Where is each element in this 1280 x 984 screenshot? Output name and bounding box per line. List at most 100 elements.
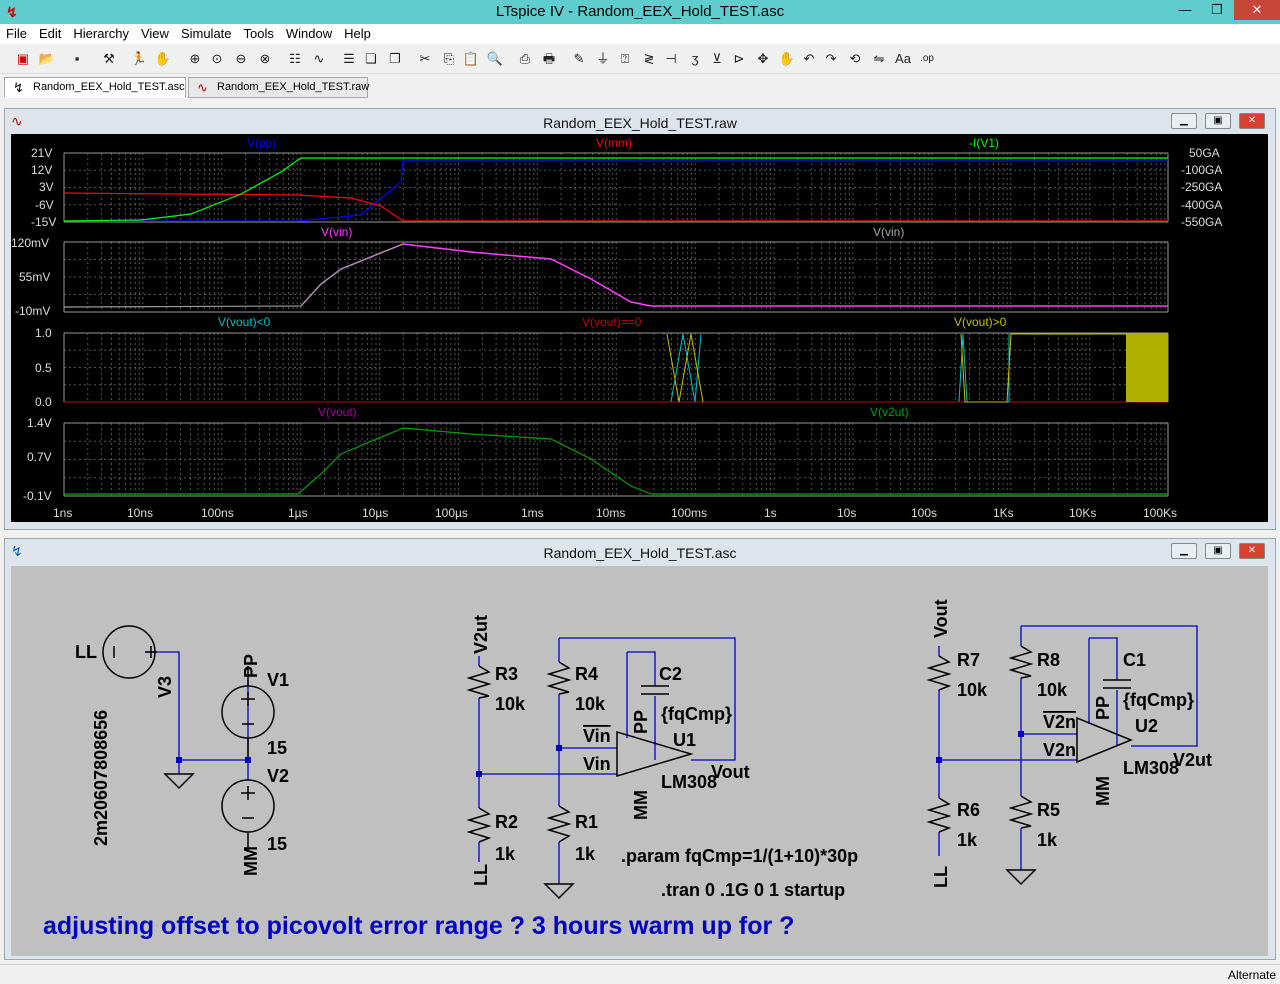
redo-icon[interactable]: ↷ bbox=[822, 50, 840, 68]
close-icon[interactable]: ✕ bbox=[1234, 0, 1280, 20]
text-icon[interactable]: Aa bbox=[894, 50, 912, 68]
run-icon[interactable]: 🏃 bbox=[130, 50, 148, 68]
menu-window[interactable]: Window bbox=[280, 24, 338, 41]
new-schematic-icon[interactable]: ▣ bbox=[14, 50, 32, 68]
schematic-maximize-button[interactable]: ▣ bbox=[1205, 543, 1231, 559]
component-icon[interactable]: ⊳ bbox=[730, 50, 748, 68]
drag-icon[interactable]: ✋ bbox=[778, 50, 796, 68]
label-v2-value: 15 bbox=[267, 834, 287, 854]
halt-icon[interactable]: ✋ bbox=[154, 50, 172, 68]
close-all-icon[interactable]: ❐ bbox=[386, 50, 404, 68]
label-vout1: Vout bbox=[711, 762, 750, 782]
capacitor-icon[interactable]: ⊣ bbox=[662, 50, 680, 68]
xtick-14: 100Ks bbox=[1143, 506, 1177, 520]
label-r1: R1 bbox=[575, 812, 598, 832]
inductor-icon[interactable]: ʒ bbox=[686, 50, 704, 68]
label-ll3: LL bbox=[931, 866, 951, 888]
legend-vout[interactable]: V(vout) bbox=[318, 405, 357, 419]
cascade-icon[interactable]: ❏ bbox=[362, 50, 380, 68]
wire-icon[interactable]: ✎ bbox=[570, 50, 588, 68]
ground-symbols[interactable] bbox=[163, 773, 1037, 900]
schematic-canvas[interactable]: LL V3 2m20607808656 PP V1 15 V2 15 MM V2… bbox=[11, 566, 1268, 956]
schematic-minimize-button[interactable]: ▁ bbox=[1171, 543, 1197, 559]
legend-vpp[interactable]: V(pp) bbox=[247, 136, 276, 150]
trace-vmm[interactable] bbox=[63, 192, 1168, 222]
legend-vin[interactable]: V(vin) bbox=[321, 225, 352, 239]
schematic-comment[interactable]: adjusting offset to picovolt error range… bbox=[43, 912, 794, 940]
legend-v2ut[interactable]: V(v2ut) bbox=[870, 405, 909, 419]
resistor-icon[interactable]: ≷ bbox=[640, 50, 658, 68]
legend-vmm[interactable]: V(mm) bbox=[596, 136, 632, 150]
tab-asc[interactable]: ↯ Random_EEX_Hold_TEST.asc bbox=[4, 77, 186, 98]
trace-vin[interactable] bbox=[300, 243, 1168, 307]
pan-icon[interactable]: ⊙ bbox=[208, 50, 226, 68]
ytick-p3-1: 0.5 bbox=[35, 361, 52, 375]
label-vin-plus: Vin bbox=[583, 754, 611, 774]
status-bar: Alternate bbox=[0, 964, 1280, 984]
diode-icon[interactable]: ⊻ bbox=[708, 50, 726, 68]
label-net-icon[interactable]: ⍰ bbox=[616, 50, 634, 68]
spice-directive-icon[interactable]: .op bbox=[918, 50, 936, 68]
label-v3: V3 bbox=[155, 676, 175, 698]
label-r8: R8 bbox=[1037, 650, 1060, 670]
tile-horizontal-icon[interactable]: ☰ bbox=[340, 50, 358, 68]
spice-param-directive[interactable]: .param fqCmp=1/(1+10)*30p bbox=[621, 846, 858, 866]
autorange-icon[interactable]: ☷ bbox=[286, 50, 304, 68]
schematic-close-button[interactable]: ✕ bbox=[1239, 543, 1265, 559]
menu-help[interactable]: Help bbox=[338, 24, 377, 41]
paste-icon[interactable]: 📋 bbox=[462, 50, 480, 68]
ground-icon[interactable]: ⏚ bbox=[594, 50, 612, 68]
menu-edit[interactable]: Edit bbox=[33, 24, 67, 41]
save-icon[interactable]: ▪ bbox=[68, 50, 86, 68]
menu-tools[interactable]: Tools bbox=[238, 24, 280, 41]
cut-icon[interactable]: ✂ bbox=[416, 50, 434, 68]
move-icon[interactable]: ✥ bbox=[754, 50, 772, 68]
xtick-4: 10µs bbox=[362, 506, 388, 520]
mirror-icon[interactable]: ⇋ bbox=[870, 50, 888, 68]
xtick-13: 10Ks bbox=[1069, 506, 1096, 520]
legend-vout-zero[interactable]: V(vout)==0 bbox=[582, 315, 642, 329]
label-lm2: LM308 bbox=[1123, 758, 1179, 778]
spice-tran-directive[interactable]: .tran 0 .1G 0 1 startup bbox=[661, 880, 845, 900]
waveform-icon[interactable]: ∿ bbox=[310, 50, 328, 68]
menu-simulate[interactable]: Simulate bbox=[175, 24, 238, 41]
control-panel-icon[interactable]: ⚒ bbox=[100, 50, 118, 68]
zoom-in-icon[interactable]: ⊕ bbox=[186, 50, 204, 68]
copy-icon[interactable]: ⎘ bbox=[440, 50, 458, 68]
waveform-plot[interactable]: V(pp) V(mm) -I(V1) 21V 12V 3V -6V -15V 5… bbox=[11, 134, 1268, 522]
undo-icon[interactable]: ↶ bbox=[800, 50, 818, 68]
waveform-close-button[interactable]: ✕ bbox=[1239, 113, 1265, 129]
tab-raw[interactable]: ∿ Random_EEX_Hold_TEST.raw bbox=[188, 77, 369, 98]
rotate-icon[interactable]: ⟲ bbox=[846, 50, 864, 68]
legend-vout-pos[interactable]: V(vout)>0 bbox=[954, 315, 1007, 329]
trace-vout-pos-dense[interactable] bbox=[1126, 334, 1168, 402]
zoom-out-icon[interactable]: ⊖ bbox=[232, 50, 250, 68]
find-icon[interactable]: 🔍 bbox=[486, 50, 504, 68]
open-icon[interactable]: 📂 bbox=[38, 50, 56, 68]
legend-vin-gray[interactable]: V(vin) bbox=[873, 225, 904, 239]
print-icon[interactable]: 🖶 bbox=[540, 50, 558, 68]
ytick-p1-r0: 50GA bbox=[1189, 146, 1220, 160]
legend-iv1[interactable]: -I(V1) bbox=[969, 136, 999, 150]
label-u1: U1 bbox=[673, 730, 696, 750]
xtick-7: 10ms bbox=[596, 506, 625, 520]
menu-file[interactable]: File bbox=[0, 24, 33, 41]
zoom-fit-icon[interactable]: ⊗ bbox=[256, 50, 274, 68]
xtick-0: 1ns bbox=[53, 506, 72, 520]
ytick-p2-2: -10mV bbox=[15, 304, 50, 318]
waveform-minimize-button[interactable]: ▁ bbox=[1171, 113, 1197, 129]
restore-icon[interactable]: ❐ bbox=[1202, 0, 1232, 20]
menu-view[interactable]: View bbox=[135, 24, 175, 41]
legend-vout-neg[interactable]: V(vout)<0 bbox=[218, 315, 271, 329]
resistors[interactable] bbox=[466, 645, 1034, 843]
waveform-maximize-button[interactable]: ▣ bbox=[1205, 113, 1231, 129]
print-setup-icon[interactable]: ⎙ bbox=[516, 50, 534, 68]
xtick-5: 100µs bbox=[435, 506, 468, 520]
trace-vin-gray[interactable] bbox=[63, 243, 404, 308]
label-v1-value: 15 bbox=[267, 738, 287, 758]
minimize-icon[interactable]: — bbox=[1170, 0, 1200, 20]
menu-hierarchy[interactable]: Hierarchy bbox=[67, 24, 135, 41]
label-c2-value: {fqCmp} bbox=[661, 704, 732, 724]
document-tabs: ↯ Random_EEX_Hold_TEST.asc ∿ Random_EEX_… bbox=[0, 75, 1280, 99]
trace-vout-pos[interactable] bbox=[666, 333, 1168, 403]
